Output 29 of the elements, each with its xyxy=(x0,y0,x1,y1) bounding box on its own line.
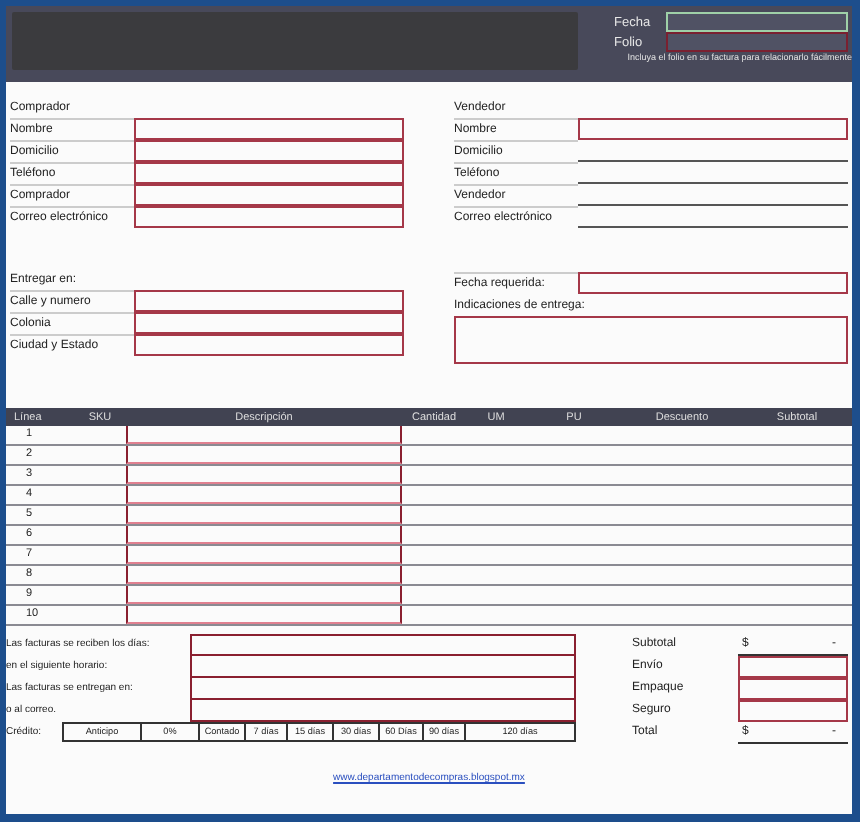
input-field[interactable] xyxy=(134,312,404,334)
instructions-field[interactable] xyxy=(454,316,848,364)
date-field[interactable] xyxy=(578,272,848,294)
input-field[interactable] xyxy=(190,700,576,722)
table-cell[interactable] xyxy=(126,586,402,604)
input-field[interactable] xyxy=(666,32,848,52)
table-cell[interactable] xyxy=(126,566,402,584)
table-cell[interactable] xyxy=(126,486,402,504)
input-field[interactable] xyxy=(134,140,404,162)
table-cell[interactable] xyxy=(126,446,402,464)
input-field[interactable] xyxy=(134,184,404,206)
input-field[interactable] xyxy=(190,678,576,700)
input-field[interactable] xyxy=(134,206,404,228)
table-cell[interactable] xyxy=(126,606,402,624)
table-cell[interactable] xyxy=(126,426,402,444)
table-cell[interactable] xyxy=(126,466,402,484)
input-field[interactable] xyxy=(134,290,404,312)
table-cell[interactable] xyxy=(126,546,402,564)
input-field[interactable] xyxy=(738,678,848,700)
input-field[interactable] xyxy=(190,634,576,656)
input-field[interactable] xyxy=(190,656,576,678)
input-field[interactable] xyxy=(738,656,848,678)
input-field[interactable] xyxy=(134,162,404,184)
table-cell[interactable] xyxy=(126,506,402,524)
table-cell[interactable] xyxy=(126,526,402,544)
input-field[interactable] xyxy=(578,118,848,140)
input-field[interactable] xyxy=(134,118,404,140)
input-field[interactable] xyxy=(134,334,404,356)
input-field[interactable] xyxy=(738,700,848,722)
